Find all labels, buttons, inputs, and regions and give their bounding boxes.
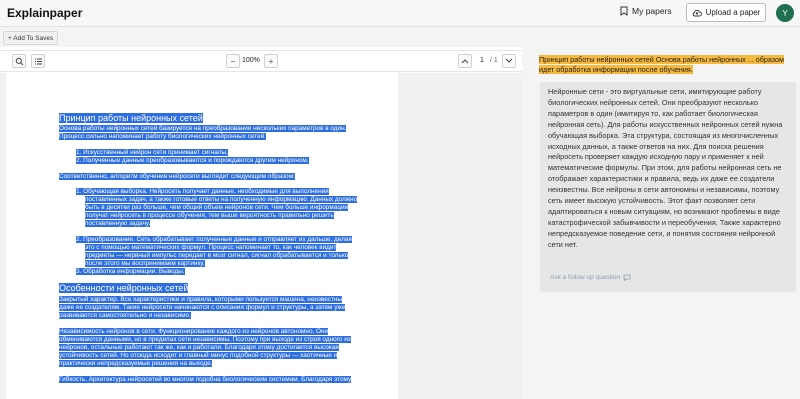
search-icon bbox=[15, 57, 23, 65]
doc-heading[interactable]: Особенности нейронных сетей bbox=[59, 283, 189, 293]
viewer-toolbar: − 100% + 1 / 1 bbox=[0, 50, 522, 72]
doc-line[interactable]: Процесс сильно напоминает работу биологи… bbox=[59, 133, 267, 140]
top-bar: Explainpaper My papers Upload a paper Y bbox=[0, 0, 800, 27]
doc-line[interactable]: 1. Обучающая выборка. Нейросеть получает… bbox=[76, 188, 329, 195]
chat-bubble-icon bbox=[623, 274, 631, 281]
doc-line[interactable]: получат нейросеть в процессе обучения, т… bbox=[85, 212, 334, 219]
doc-line[interactable]: Закрытый характер. Все характеристики и … bbox=[59, 296, 343, 303]
doc-line[interactable]: поставленных задач, а также готовые отве… bbox=[85, 196, 358, 203]
upload-paper-label: Upload a paper bbox=[705, 8, 761, 17]
doc-line[interactable]: Соответственно, алгоритм обучения нейрос… bbox=[59, 173, 295, 180]
follow-up-question-link[interactable]: Ask a follow up question bbox=[550, 274, 631, 281]
add-to-saves-button[interactable]: + Add To Saves bbox=[3, 31, 59, 45]
doc-line[interactable]: 3. Обработка информации. Выводы. bbox=[76, 268, 185, 275]
total-pages: / 1 bbox=[490, 57, 498, 64]
upload-paper-button[interactable]: Upload a paper bbox=[686, 3, 766, 22]
explanation-card: Нейронные сети - это виртуальные сети, и… bbox=[540, 82, 796, 292]
doc-line[interactable]: даже ее создателям. Такие нейросети начи… bbox=[59, 304, 346, 311]
list-icon bbox=[34, 58, 42, 64]
quote-text: Принцип работы нейронных сетей Основа ра… bbox=[539, 55, 784, 74]
zoom-level: 100% bbox=[242, 57, 260, 64]
my-papers-link[interactable]: My papers bbox=[620, 6, 672, 16]
follow-up-label: Ask a follow up question bbox=[550, 274, 621, 281]
pdf-page[interactable]: Принцип работы нейронных сетей Основа ра… bbox=[6, 73, 398, 399]
zoom-out-button[interactable]: − bbox=[226, 54, 240, 68]
doc-line[interactable]: 2. Полученные данные преобразовываются и… bbox=[76, 157, 309, 164]
minus-icon: − bbox=[230, 56, 236, 66]
doc-line[interactable]: развиваются самостоятельно и независимо. bbox=[59, 312, 191, 319]
doc-line[interactable]: устойчивость сетей. Но отсюда исходит и … bbox=[59, 352, 338, 359]
doc-line[interactable]: быть в десятки раз больше, чем общий объ… bbox=[85, 204, 349, 211]
selected-text-quote: Принцип работы нейронных сетей Основа ра… bbox=[539, 55, 787, 75]
next-page-button[interactable] bbox=[502, 54, 516, 68]
doc-heading[interactable]: Принцип работы нейронных сетей bbox=[59, 113, 203, 123]
doc-line[interactable]: 2. Преобразование. Сеть обрабатывает пол… bbox=[76, 236, 352, 243]
doc-line[interactable]: 1. Искусственный нейрон сети принимает с… bbox=[76, 149, 228, 156]
doc-line[interactable]: это с помощью математических формул. Про… bbox=[85, 244, 337, 251]
outline-button[interactable] bbox=[31, 54, 45, 68]
chevron-down-icon bbox=[505, 58, 513, 63]
user-avatar[interactable]: Y bbox=[776, 4, 794, 22]
plus-icon: + bbox=[268, 56, 274, 66]
explanation-text: Нейронные сети - это виртуальные сети, и… bbox=[548, 87, 783, 249]
doc-line[interactable]: после этого мы воспринимаем картинку. bbox=[85, 260, 205, 267]
doc-line[interactable]: практически непредсказуемые решения на в… bbox=[59, 360, 213, 367]
cloud-upload-icon bbox=[692, 9, 702, 16]
current-page[interactable]: 1 bbox=[480, 57, 484, 64]
my-papers-label: My papers bbox=[632, 6, 672, 16]
chevron-up-icon bbox=[461, 59, 469, 64]
doc-line[interactable]: нейронов, остальные работают так же, как… bbox=[59, 344, 339, 351]
doc-line[interactable]: обмениваются данными, но в пределах сети… bbox=[59, 336, 351, 343]
bookmark-icon bbox=[620, 6, 628, 16]
doc-line[interactable]: Гибкость. Архитектура нейросетей во мног… bbox=[59, 376, 352, 383]
document-viewer[interactable]: Принцип работы нейронных сетей Основа ра… bbox=[0, 73, 522, 399]
app-logo[interactable]: Explainpaper bbox=[7, 6, 82, 20]
search-button[interactable] bbox=[12, 54, 26, 68]
doc-line[interactable]: поставленную задачу. bbox=[85, 220, 151, 227]
doc-line[interactable]: Основа работы нейронных сетей базируется… bbox=[59, 125, 347, 132]
doc-line[interactable]: предметы — нервный импульс передает в мо… bbox=[85, 252, 349, 259]
previous-page-button[interactable] bbox=[458, 54, 472, 68]
zoom-in-button[interactable]: + bbox=[264, 54, 278, 68]
sub-bar bbox=[0, 27, 800, 47]
doc-line[interactable]: Независимость нейронов в сети. Функциони… bbox=[59, 328, 329, 335]
